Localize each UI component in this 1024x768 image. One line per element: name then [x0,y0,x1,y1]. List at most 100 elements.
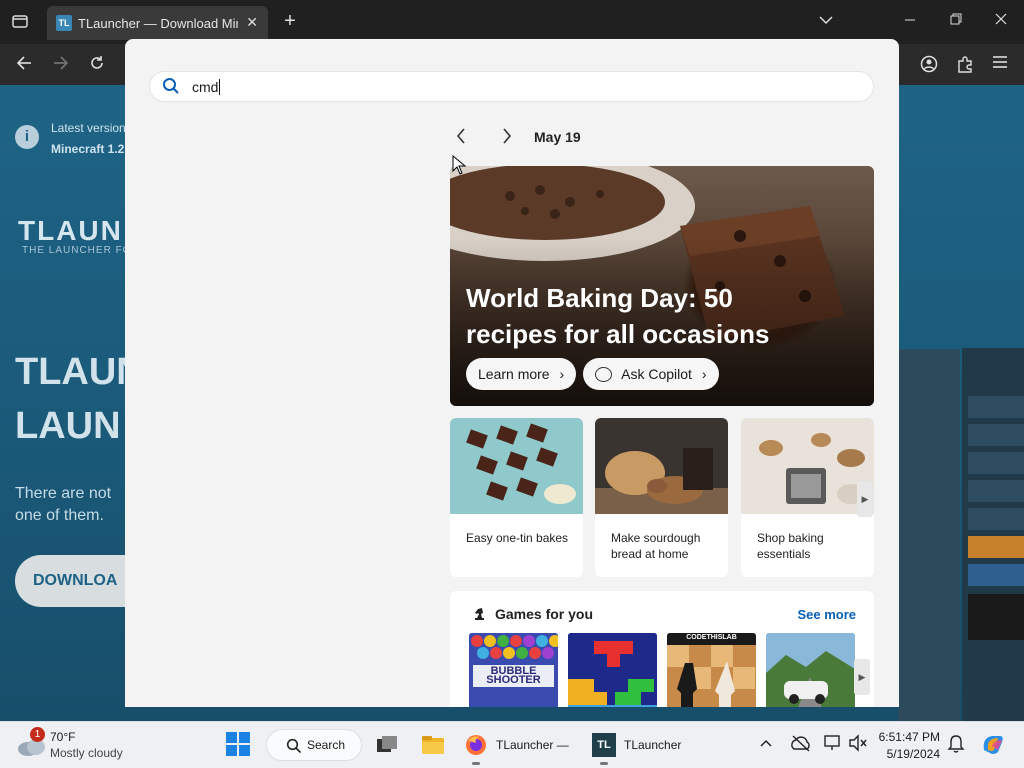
story-card[interactable]: Easy one-tin bakes [450,418,583,577]
tlauncher-taskbar-button[interactable]: TL TLauncher [586,726,696,766]
search-icon [286,738,302,754]
taskbar-search-button[interactable]: Search [266,729,362,761]
game-tile-label: BUBBLE SHOOTER [486,665,541,686]
firefox-taskbar-button[interactable]: TLauncher — [458,726,580,766]
featured-story-card[interactable]: World Baking Day: 50 recipes for all occ… [450,166,874,406]
story-card[interactable]: Make sourdough bread at home [595,418,728,577]
chevron-down-icon[interactable] [816,12,836,30]
weather-alert-badge: 1 [30,727,45,742]
games-title: Games for you [495,606,594,622]
running-indicator [472,762,480,765]
clock-time: 6:51:47 PM [878,730,940,744]
browser-titlebar: TL TLauncher — Download Minecraft ✕ + [0,0,1024,44]
info-line-2: Minecraft 1.2 [51,142,125,156]
scroll-right-button[interactable]: ▶ [857,481,873,517]
extensions-icon[interactable] [955,55,975,78]
launcher-item [968,424,1024,446]
game-tile-label: CODETHISLAB [686,634,737,641]
clock-date: 5/19/2024 [886,747,940,761]
site-logo[interactable]: TLAUN [18,215,123,247]
copilot-icon[interactable] [980,732,1006,758]
see-more-link[interactable]: See more [797,607,856,622]
windows-taskbar: 1 70°F Mostly cloudy Search TLauncher — … [0,721,1024,768]
weather-temp: 70°F [50,730,76,744]
firefox-icon [466,735,486,755]
baking-tools-photo [741,418,874,514]
chevron-right-icon[interactable] [501,127,513,150]
minimize-icon[interactable] [900,12,920,30]
new-tab-button[interactable]: + [280,10,300,33]
racing-game-art [766,633,855,707]
windows-logo-icon [226,732,250,756]
game-tile[interactable]: CODETHISLAB [667,633,756,707]
learn-more-button[interactable]: Learn more › [466,358,577,390]
chess-knight-icon [475,608,484,620]
close-tab-icon[interactable]: ✕ [246,14,258,31]
launcher-item [968,396,1024,418]
browser-tab-active[interactable]: TL TLauncher — Download Minecraft ✕ [47,6,268,40]
search-input[interactable]: cmd [149,71,874,102]
ask-copilot-label: Ask Copilot [621,366,692,382]
block-puzzle-art [568,633,657,707]
account-icon[interactable] [919,55,939,78]
games-section: Games for you See more BUBBLE SHOOTER CO… [450,591,874,707]
brownie-bars-photo [450,418,583,514]
page-hero-description: There are not one of them. [15,483,111,527]
weather-description: Mostly cloudy [50,746,123,760]
reload-icon[interactable] [87,55,107,76]
forward-arrow-icon[interactable] [51,55,71,76]
search-query: cmd [192,79,221,95]
launcher-item [968,536,1024,558]
launcher-item [968,480,1024,502]
windows-search-flyout: cmd May 19 World Baking Day: 50 recipes … [125,39,899,707]
taskbar-search-label: Search [307,738,346,752]
tab-title: TLauncher — Download Minecraft [78,16,238,31]
desc-line-1: There are not [15,485,112,502]
game-tile[interactable] [568,633,657,707]
weather-widget[interactable]: 1 70°F Mostly cloudy [14,727,134,765]
menu-icon[interactable] [990,55,1010,74]
chevron-left-icon[interactable] [455,127,467,150]
chevron-right-icon: › [701,366,707,382]
clock[interactable]: 6:51:47 PM 5/19/2024 [874,727,944,763]
story-card[interactable]: Shop baking essentials [741,418,874,577]
launcher-preview [962,348,1024,721]
story-caption: Make sourdough bread at home [611,531,701,561]
game-tile[interactable] [766,633,855,707]
running-indicator [600,762,608,765]
tab-list-icon[interactable] [10,12,30,32]
launcher-premium-banner [968,594,1024,640]
back-arrow-icon[interactable] [14,55,34,76]
chevron-right-icon: › [559,366,565,382]
desc-line-2: one of them. [15,507,104,524]
task-view-icon[interactable] [374,732,400,758]
restore-icon[interactable] [946,12,966,30]
chess-art [667,633,756,707]
tlauncher-favicon-icon: TL [56,15,72,31]
ask-copilot-button[interactable]: Ask Copilot › [583,358,719,390]
featured-story-title[interactable]: World Baking Day: 50 recipes for all occ… [466,280,826,352]
chevron-up-icon[interactable] [758,735,784,761]
launcher-item [968,508,1024,530]
start-button[interactable] [225,731,253,759]
story-caption: Easy one-tin bakes [466,531,569,545]
notification-bell-icon[interactable] [947,734,973,760]
file-explorer-icon[interactable] [420,732,446,758]
onedrive-offline-icon[interactable] [790,734,816,760]
info-icon: i [15,125,39,149]
launcher-item [968,564,1024,586]
date-label: May 19 [534,129,581,145]
scroll-right-button[interactable]: ▶ [854,659,870,695]
close-window-icon[interactable] [991,12,1011,30]
network-icon[interactable] [823,734,849,760]
search-icon [163,78,179,94]
site-logo-tagline: THE LAUNCHER FO [22,245,132,256]
sourdough-bread-photo [595,418,728,514]
game-tile[interactable]: BUBBLE SHOOTER [469,633,558,707]
mouse-cursor-icon [452,155,466,175]
firefox-window-label: TLauncher — [496,738,569,752]
story-caption: Shop baking essentials [757,531,824,561]
chat-bubble-icon [595,367,612,382]
launcher-item [968,452,1024,474]
volume-muted-icon[interactable] [848,734,874,760]
